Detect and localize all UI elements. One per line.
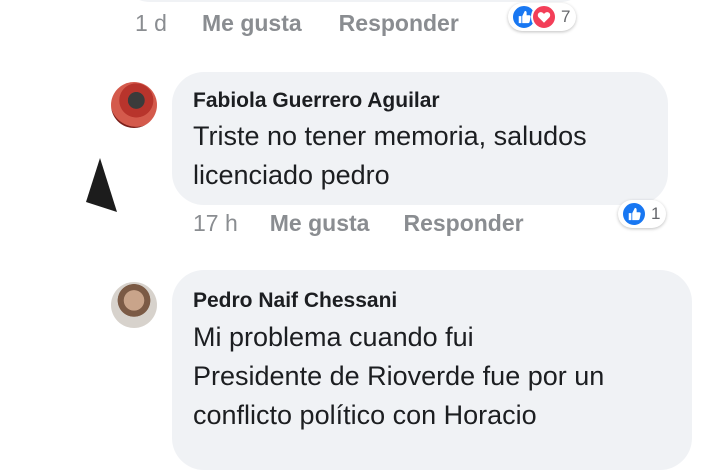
comment-actions: 1 d Me gusta Responder [135, 10, 459, 37]
avatar[interactable] [111, 282, 157, 328]
comment-bubble [120, 0, 590, 2]
comment-timestamp[interactable]: 1 d [135, 10, 167, 37]
reaction-count: 7 [561, 7, 571, 26]
reply-button[interactable]: Responder [403, 210, 523, 237]
avatar[interactable] [111, 82, 157, 128]
comment-text-line: Triste no tener memoria, saludos [193, 121, 587, 151]
comment-actions: 17 h Me gusta Responder [193, 210, 524, 237]
reactions-summary[interactable]: 7 [508, 3, 577, 31]
like-button[interactable]: Me gusta [270, 210, 370, 237]
comment-bubble: Fabiola Guerrero Aguilar Triste no tener… [172, 72, 668, 205]
comment-timestamp[interactable]: 17 h [193, 210, 238, 237]
decorative-shard [86, 158, 117, 212]
comment-text-line: conflicto político con Horacio [193, 400, 537, 430]
reactions-summary[interactable]: 1 [618, 200, 667, 228]
comment-text-line: Mi problema cuando fui [193, 322, 474, 352]
love-icon [531, 4, 557, 30]
reaction-count: 1 [651, 204, 661, 223]
reply-button[interactable]: Responder [339, 10, 459, 37]
comment-bubble: Pedro Naif Chessani Mi problema cuando f… [172, 270, 692, 470]
comment-text-line: Presidente de Rioverde fue por un [193, 361, 605, 391]
like-icon [621, 201, 647, 227]
comment-text-line: licenciado pedro [193, 160, 390, 190]
comment-author[interactable]: Pedro Naif Chessani [193, 289, 397, 313]
comment-text: Triste no tener memoria, saludos licenci… [193, 117, 587, 195]
comment-author[interactable]: Fabiola Guerrero Aguilar [193, 89, 440, 113]
comment-text: Mi problema cuando fui Presidente de Rio… [193, 318, 604, 435]
like-button[interactable]: Me gusta [202, 10, 302, 37]
